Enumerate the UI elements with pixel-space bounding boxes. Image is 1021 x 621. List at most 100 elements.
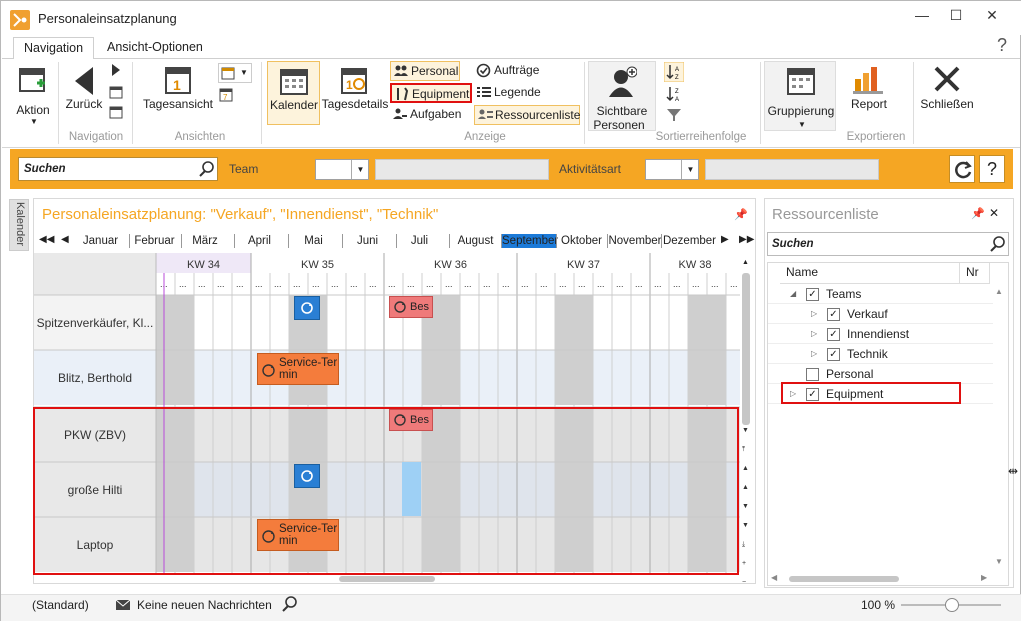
tagesansicht-button[interactable]: 1 Tagesansicht [141,61,215,121]
calendar-7-icon[interactable]: 7 [219,87,233,103]
zoom-slider-thumb[interactable] [945,598,959,612]
resource-search-input[interactable]: Suchen [767,232,1009,256]
month-4[interactable]: April [234,234,284,248]
expand-icon[interactable]: ▷ [811,304,817,324]
sort-asc-icon[interactable]: AZ [664,62,684,82]
report-button[interactable]: Report [845,61,893,121]
month-9[interactable]: September [501,234,558,248]
tab-ansicht-optionen[interactable]: Ansicht-Optionen [97,37,213,59]
view-dropdown[interactable]: ▼ [218,63,252,83]
day-header-dots: ... [445,279,453,289]
sort-filter-icon[interactable] [665,107,683,123]
gruppierung-button[interactable]: Gruppierung ▼ [764,61,836,131]
day-header-dots: ... [236,279,244,289]
scroll-thumb[interactable] [742,273,750,425]
messages-status: Keine neuen Nachrichten [137,598,272,612]
close-window-button[interactable]: ✕ [975,1,1009,31]
tree-hscroll-thumb[interactable] [789,576,899,582]
ressourcenliste-toggle[interactable]: Ressourcenliste [474,105,580,125]
calendar-small-icon[interactable] [109,85,123,99]
resource-row-label[interactable]: Spitzenverkäufer, Kl... [35,295,155,350]
auftraege-toggle[interactable]: Aufträge [474,61,554,81]
search-input[interactable]: Suchen [18,157,218,181]
close-panel-icon[interactable]: ✕ [989,206,999,220]
month-2[interactable]: Februar [129,234,179,248]
month-6[interactable]: Juni [342,234,392,248]
day-header-dots: ... [198,279,206,289]
minimize-button[interactable]: — [905,1,939,31]
pin-icon[interactable]: 📌 [971,207,985,220]
sort-desc-icon[interactable]: ZA [664,85,684,103]
horizontal-scroll-thumb[interactable] [339,576,435,582]
checkbox[interactable] [806,368,819,381]
row-nav-icons[interactable]: ▼ ⤒ ▲ ▲ ▼ ▼ ⤓ + − [742,421,749,592]
scroll-up-icon[interactable]: ▲ [742,259,749,266]
month-3[interactable]: März [181,234,228,248]
vertical-scrollbar[interactable]: ▲ ▼ ⤒ ▲ ▲ ▼ ▼ ⤓ + − [740,257,754,586]
month-10[interactable]: Oktober [556,234,606,248]
tree-innendienst[interactable]: ▷ ✓ Innendienst [768,324,993,344]
refresh-button[interactable] [949,155,975,183]
equipment-toggle[interactable]: Equipment [390,83,472,103]
team-text-field[interactable] [375,159,549,180]
team-select[interactable]: ▼ [315,159,369,180]
help-filter-button[interactable]: ? [979,155,1005,183]
tree-scroll-up-icon[interactable]: ▲ [995,287,1003,296]
tree-verkauf[interactable]: ▷ ✓ Verkauf [768,304,993,324]
tree-personal[interactable]: Personal [768,364,993,384]
next-month-icon[interactable]: ▶ [721,234,729,245]
pin-icon[interactable]: 📌 [734,208,748,221]
aufgaben-toggle[interactable]: Aufgaben [390,105,461,125]
checkbox[interactable]: ✓ [827,328,840,341]
checkbox[interactable]: ✓ [806,288,819,301]
scroll-right-icon[interactable]: ▶ [981,573,987,582]
tree-technik[interactable]: ▷ ✓ Technik [768,344,993,364]
first-month-icon[interactable]: ◀◀ [39,234,54,245]
tree-teams[interactable]: ◢ ✓ Teams [768,284,993,304]
month-5[interactable]: Mai [288,234,338,248]
tree-hscrollbar[interactable]: ◀ ▶ [769,573,993,585]
schliessen-button[interactable]: Schließen [919,61,975,121]
personal-toggle[interactable]: Personal [390,61,460,81]
kalender-button[interactable]: Kalender [267,61,320,125]
month-7[interactable]: Juli [396,234,442,248]
check-circle-icon [476,63,491,78]
resource-row-label[interactable]: Blitz, Berthold [35,350,155,405]
help-icon[interactable]: ? [997,35,1007,56]
aktion-button[interactable]: Aktion ▼ [13,61,53,127]
legende-toggle[interactable]: Legende [474,83,554,103]
calendar-goto-icon[interactable] [109,105,123,119]
month-1[interactable]: Januar [73,234,128,248]
aktivitaetsart-text-field[interactable] [705,159,879,180]
prev-month-icon[interactable]: ◀ [61,234,69,245]
day-header-dots: ... [711,279,719,289]
event-bes-1[interactable]: Bes [389,296,433,318]
checkbox[interactable]: ✓ [827,348,840,361]
expand-icon[interactable]: ▷ [811,324,817,344]
kalender-side-tab[interactable]: Kalender [9,199,29,251]
col-name-header[interactable]: Name [780,263,960,284]
expand-icon[interactable]: ◢ [790,284,796,304]
scroll-left-icon[interactable]: ◀ [771,573,777,582]
month-11[interactable]: November [607,234,662,248]
recurring-event-blue[interactable] [294,296,320,320]
search-icon[interactable] [282,596,298,612]
maximize-button[interactable]: ☐ [939,1,973,31]
checkbox[interactable]: ✓ [827,308,840,321]
col-nr-header[interactable]: Nr [960,263,990,284]
weekend-cell [555,295,574,350]
back-button[interactable]: Zurück [63,61,105,121]
month-12[interactable]: Dezember [661,234,717,248]
arrow-right-icon[interactable] [111,63,121,77]
month-8[interactable]: August [449,234,501,248]
aktivitaetsart-select[interactable]: ▼ [645,159,699,180]
sichtbare-personen-button[interactable]: Sichtbare Personen [588,61,656,132]
arrow-left-icon [75,67,93,95]
last-month-icon[interactable]: ▶▶ [739,234,754,245]
event-service-termin-1[interactable]: Service-Ter min [257,353,339,385]
tree-scroll-down-icon[interactable]: ▼ [995,557,1003,566]
weekend-cell [688,350,707,405]
tagesdetails-button[interactable]: 1 Tagesdetails [321,61,389,121]
tab-navigation[interactable]: Navigation [13,37,95,59]
expand-icon[interactable]: ▷ [811,344,817,364]
